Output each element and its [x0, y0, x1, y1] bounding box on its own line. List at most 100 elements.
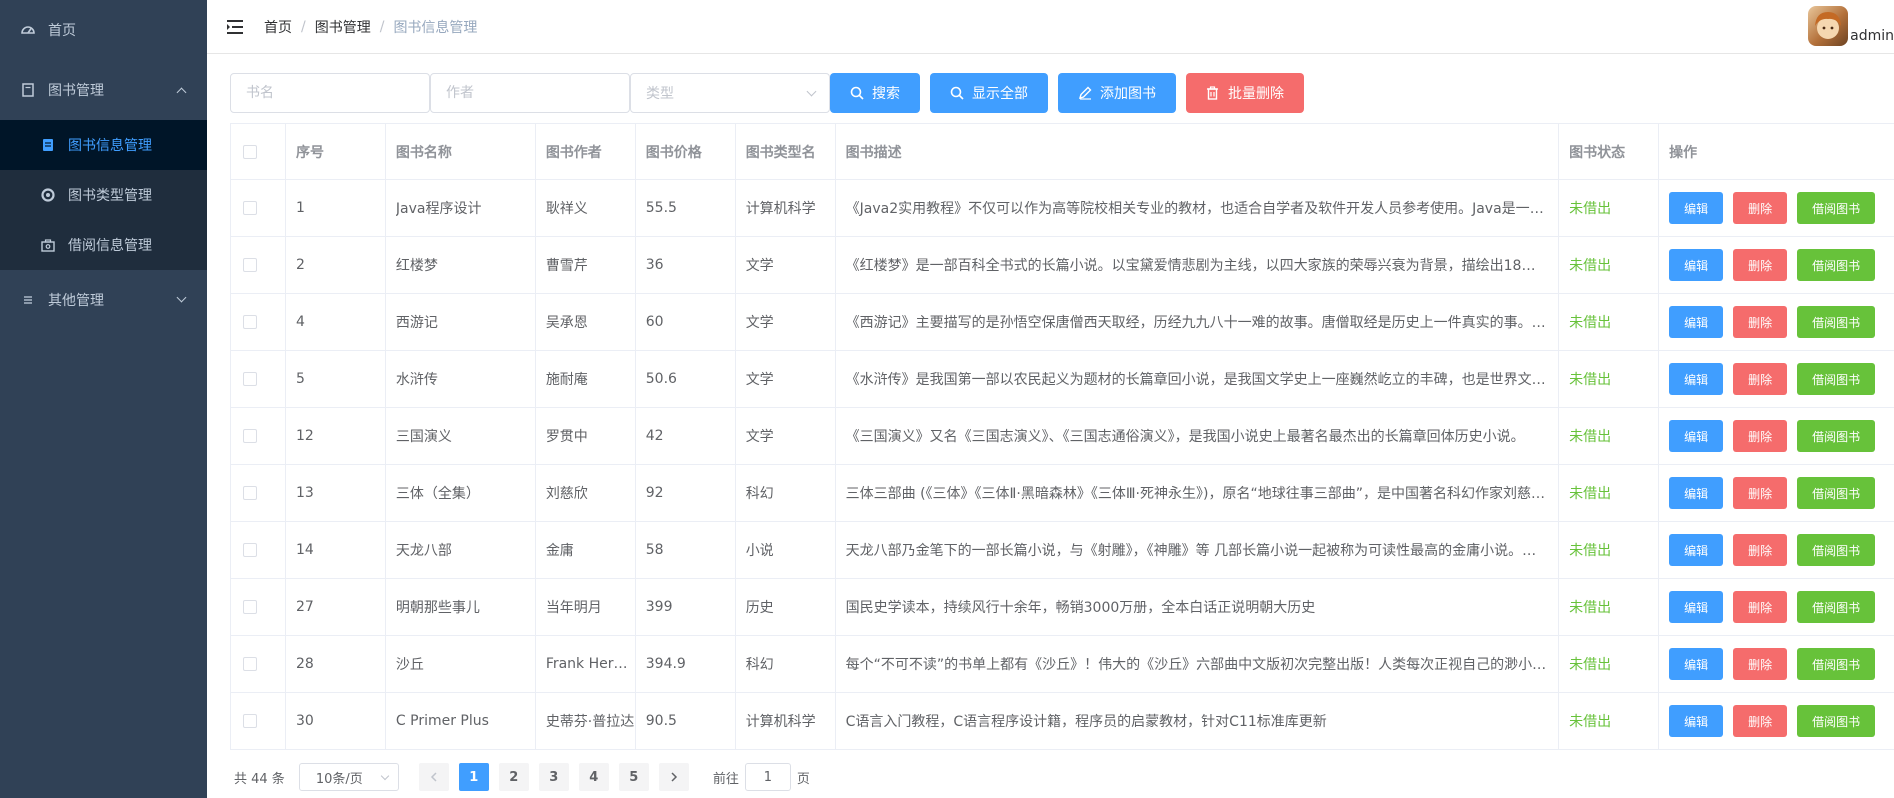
- type-cell: 小说: [736, 522, 836, 578]
- sidebar-item-home[interactable]: 首页: [0, 0, 207, 60]
- edit-button[interactable]: 编辑: [1669, 534, 1724, 566]
- delete-button[interactable]: 删除: [1733, 534, 1788, 566]
- name-text: 沙丘: [395, 657, 424, 673]
- edit-button[interactable]: 编辑: [1669, 306, 1724, 338]
- edit-button[interactable]: 编辑: [1669, 477, 1724, 509]
- description-cell: 《红楼梦》是一部百科全书式的长篇小说。以宝黛爱情悲剧为主线，以四大家族的荣辱兴衰…: [836, 237, 1560, 293]
- sidebar-item-book-management[interactable]: 图书管理: [0, 60, 207, 120]
- sidebar-item-borrow-info[interactable]: 借阅信息管理: [0, 220, 207, 270]
- edit-button[interactable]: 编辑: [1669, 648, 1724, 680]
- delete-button[interactable]: 删除: [1733, 420, 1788, 452]
- next-page-button[interactable]: [658, 763, 689, 791]
- edit-button[interactable]: 编辑: [1669, 591, 1724, 623]
- select-all-checkbox[interactable]: [243, 144, 257, 159]
- delete-button[interactable]: 删除: [1733, 591, 1788, 623]
- status-cell: 未借出: [1559, 408, 1660, 464]
- type-select[interactable]: 类型: [630, 73, 830, 113]
- delete-button[interactable]: 删除: [1733, 306, 1788, 338]
- status-text: 未借出: [1569, 258, 1612, 274]
- add-book-button[interactable]: 添加图书: [1058, 73, 1176, 113]
- borrow-button[interactable]: 借阅图书: [1797, 306, 1876, 338]
- borrow-button[interactable]: 借阅图书: [1797, 192, 1876, 224]
- column-header: 序号: [286, 124, 386, 179]
- book-name-input[interactable]: [230, 73, 430, 113]
- id-cell: 13: [286, 465, 386, 521]
- row-checkbox[interactable]: [243, 714, 257, 728]
- author-input[interactable]: [430, 73, 630, 113]
- edit-button[interactable]: 编辑: [1669, 420, 1724, 452]
- status-text: 未借出: [1569, 657, 1612, 673]
- borrow-button[interactable]: 借阅图书: [1797, 534, 1876, 566]
- edit-button[interactable]: 编辑: [1669, 192, 1724, 224]
- breadcrumb-book-management[interactable]: 图书管理: [315, 17, 371, 37]
- sidebar-item-book-type[interactable]: 图书类型管理: [0, 170, 207, 220]
- edit-button[interactable]: 编辑: [1669, 705, 1724, 737]
- borrow-button[interactable]: 借阅图书: [1797, 591, 1876, 623]
- borrow-button[interactable]: 借阅图书: [1797, 648, 1876, 680]
- row-checkbox[interactable]: [243, 543, 257, 557]
- hamburger-icon[interactable]: [226, 17, 246, 37]
- delete-button[interactable]: 删除: [1733, 648, 1788, 680]
- row-checkbox[interactable]: [243, 372, 257, 386]
- name-text: 三国演义: [395, 429, 452, 445]
- total-count: 共 44 条: [234, 771, 285, 787]
- page-button[interactable]: 2: [498, 763, 529, 791]
- table-row: 5 水浒传 施耐庵 50.6 文学 《水浒传》是我国第一部以农民起义为题材的长篇…: [231, 351, 1894, 408]
- column-header: 图书状态: [1559, 124, 1660, 179]
- show-all-button[interactable]: 显示全部: [930, 73, 1048, 113]
- price-cell: 399: [636, 579, 736, 635]
- delete-button[interactable]: 删除: [1733, 477, 1788, 509]
- edit-button[interactable]: 编辑: [1669, 249, 1724, 281]
- type-text: 文学: [745, 372, 774, 388]
- row-checkbox[interactable]: [243, 258, 257, 272]
- goto-page-input[interactable]: [744, 763, 791, 791]
- row-checkbox[interactable]: [243, 486, 257, 500]
- column-header: 操作: [1669, 144, 1698, 161]
- row-checkbox[interactable]: [243, 600, 257, 614]
- chevron-right-icon: [671, 772, 677, 782]
- page-button[interactable]: 5: [618, 763, 649, 791]
- search-button[interactable]: 搜索: [830, 73, 920, 113]
- status-text: 未借出: [1569, 543, 1612, 559]
- borrow-button[interactable]: 借阅图书: [1797, 705, 1876, 737]
- name-text: 西游记: [395, 315, 438, 331]
- type-text: 历史: [745, 600, 774, 616]
- table-row: 30 C Primer Plus 史蒂芬·普拉达 90.5 计算机科学 C语言入…: [231, 693, 1894, 750]
- delete-button[interactable]: 删除: [1733, 249, 1788, 281]
- borrow-button[interactable]: 借阅图书: [1797, 363, 1876, 395]
- page-button[interactable]: 1: [458, 763, 489, 791]
- price-cell: 42: [636, 408, 736, 464]
- row-checkbox[interactable]: [243, 657, 257, 671]
- batch-delete-button[interactable]: 批量删除: [1186, 73, 1304, 113]
- row-checkbox[interactable]: [243, 201, 257, 215]
- page-button[interactable]: 3: [538, 763, 569, 791]
- borrow-button[interactable]: 借阅图书: [1797, 420, 1876, 452]
- sidebar-item-label: 借阅信息管理: [68, 238, 152, 254]
- page-button[interactable]: 4: [578, 763, 609, 791]
- delete-button[interactable]: 删除: [1733, 705, 1788, 737]
- edit-button[interactable]: 编辑: [1669, 363, 1724, 395]
- chevron-up-icon: [176, 87, 187, 98]
- type-cell: 文学: [736, 237, 836, 293]
- actions-cell: 编辑 删除 借阅图书: [1659, 465, 1894, 521]
- table-row: 1 Java程序设计 耿祥义 55.5 计算机科学 《Java2实用教程》不仅可…: [231, 180, 1894, 237]
- show-all-button-label: 显示全部: [972, 86, 1028, 102]
- sidebar-item-book-info[interactable]: 图书信息管理: [0, 120, 207, 170]
- sidebar-item-other[interactable]: 其他管理: [0, 270, 207, 330]
- borrow-button[interactable]: 借阅图书: [1797, 477, 1876, 509]
- row-checkbox[interactable]: [243, 315, 257, 329]
- borrow-button[interactable]: 借阅图书: [1797, 249, 1876, 281]
- avatar[interactable]: [1808, 6, 1849, 46]
- description-cell: C语言入门教程，C语言程序设计籍，程序员的启蒙教材，针对C11标准库更新: [836, 693, 1560, 749]
- table-row: 14 天龙八部 金庸 58 小说 天龙八部乃金笔下的一部长篇小说，与《射雕》，《…: [231, 522, 1894, 579]
- prev-page-button[interactable]: [418, 763, 449, 791]
- submenu-book-management: 图书信息管理 图书类型管理 借阅信息管理: [0, 120, 207, 270]
- user-menu[interactable]: admin: [1808, 6, 1894, 46]
- status-text: 未借出: [1569, 486, 1612, 502]
- row-checkbox[interactable]: [243, 429, 257, 443]
- breadcrumb-home[interactable]: 首页: [264, 17, 292, 37]
- delete-button[interactable]: 删除: [1733, 192, 1788, 224]
- delete-button[interactable]: 删除: [1733, 363, 1788, 395]
- author-text: 史蒂芬·普拉达: [545, 714, 635, 730]
- page-size-select[interactable]: 10条/页: [298, 763, 399, 791]
